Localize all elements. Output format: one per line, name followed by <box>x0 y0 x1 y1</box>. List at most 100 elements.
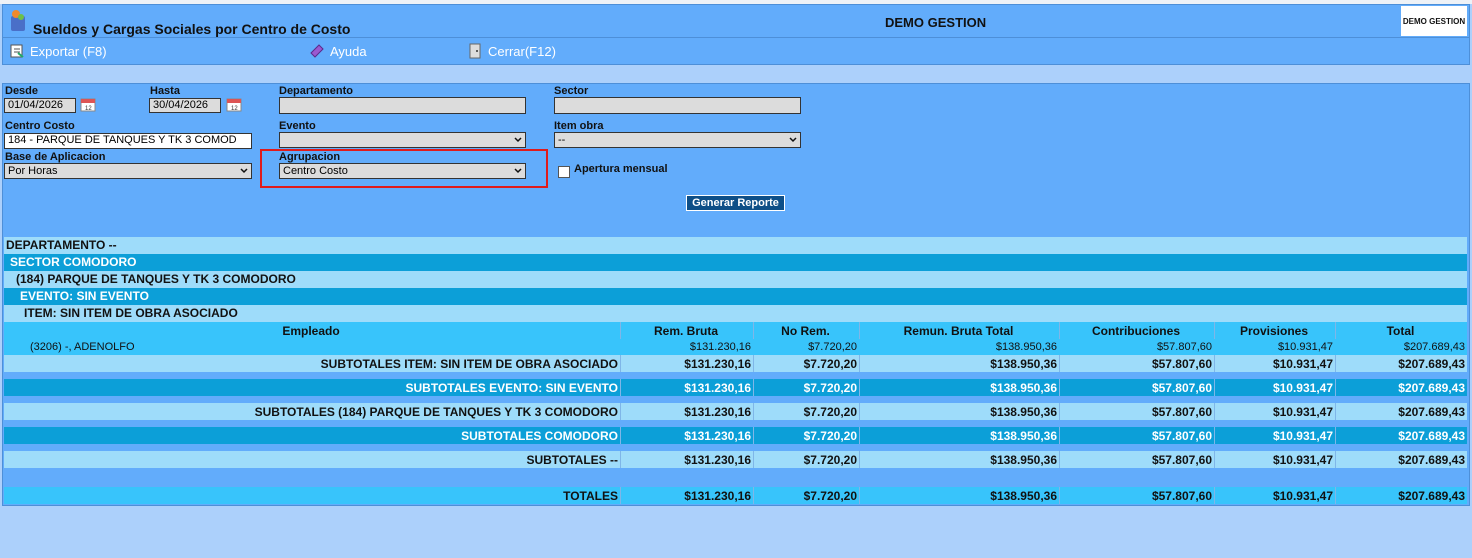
item-obra-label: Item obra <box>554 120 604 132</box>
toolbar: Exportar (F8) Ayuda Cerrar(F12) <box>2 38 1470 65</box>
subtotal-row: SUBTOTALES COMODORO $131.230,16 $7.720,2… <box>4 427 1467 444</box>
departamento-row: DEPARTAMENTO -- <box>4 237 1467 254</box>
base-aplicacion-select[interactable]: Por Horas <box>4 163 252 179</box>
cell-value: $7.720,20 <box>808 341 857 353</box>
desde-input[interactable]: 01/04/2026 <box>4 98 76 113</box>
totals-row: TOTALES $131.230,16 $7.720,20 $138.950,3… <box>4 487 1467 504</box>
help-icon <box>310 44 324 58</box>
cell-value: $207.689,43 <box>1403 341 1465 353</box>
app-logo-icon <box>11 10 25 31</box>
table-header-row: Empleado Rem. Bruta No Rem. Remun. Bruta… <box>4 322 1467 339</box>
cell-value: $207.689,43 <box>1335 487 1467 504</box>
cell-value: $57.807,60 <box>1156 341 1212 353</box>
cell-value: $207.689,43 <box>1335 427 1467 444</box>
cell-value: $207.689,43 <box>1335 451 1467 468</box>
calendar-icon[interactable]: 12 <box>80 97 98 113</box>
calendar-icon[interactable]: 12 <box>226 97 244 113</box>
cell-value: $207.689,43 <box>1335 355 1467 372</box>
subtotal-row: SUBTOTALES -- $131.230,16 $7.720,20 $138… <box>4 451 1467 468</box>
evento-row: EVENTO: SIN EVENTO <box>4 288 1467 305</box>
departamento-row-label: DEPARTAMENTO -- <box>6 238 117 252</box>
item-row-label: ITEM: SIN ITEM DE OBRA ASOCIADO <box>24 306 238 320</box>
item-obra-value: -- <box>558 134 566 146</box>
cell-value: $138.950,36 <box>859 379 1059 396</box>
cell-value: $10.931,47 <box>1214 355 1335 372</box>
cell-value: $57.807,60 <box>1059 451 1214 468</box>
centro-costo-input[interactable]: 184 - PARQUE DE TANQUES Y TK 3 COMOD <box>4 133 252 149</box>
base-aplicacion-label: Base de Aplicacion <box>5 151 106 163</box>
chevron-down-icon <box>240 168 248 174</box>
evento-select[interactable] <box>279 132 526 148</box>
hasta-label: Hasta <box>150 85 180 97</box>
column-header: Empleado <box>282 323 340 338</box>
cell-value: $131.230,16 <box>620 427 753 444</box>
cell-value: $57.807,60 <box>1059 487 1214 504</box>
subtotal-row: SUBTOTALES (184) PARQUE DE TANQUES Y TK … <box>4 403 1467 420</box>
column-header: No Rem. <box>753 322 859 339</box>
help-label: Ayuda <box>330 43 367 59</box>
subtotal-label: SUBTOTALES -- <box>526 452 618 467</box>
apertura-mensual-checkbox[interactable] <box>558 166 570 178</box>
column-header: Provisiones <box>1214 322 1335 339</box>
subtotal-label: SUBTOTALES COMODORO <box>461 428 618 443</box>
cell-value: $10.931,47 <box>1214 427 1335 444</box>
cell-value: $131.230,16 <box>689 341 751 353</box>
page-title: Sueldos y Cargas Sociales por Centro de … <box>33 21 351 37</box>
column-header: Rem. Bruta <box>620 322 753 339</box>
item-obra-select[interactable]: -- <box>554 132 801 148</box>
cell-value: $131.230,16 <box>620 451 753 468</box>
cell-value: $207.689,43 <box>1335 379 1467 396</box>
centro-costo-label: Centro Costo <box>5 120 75 132</box>
cell-value: $10.931,47 <box>1214 451 1335 468</box>
subtotal-label: SUBTOTALES EVENTO: SIN EVENTO <box>405 380 618 395</box>
cell-value: $57.807,60 <box>1059 403 1214 420</box>
hasta-input[interactable]: 30/04/2026 <box>149 98 221 113</box>
cell-value: $207.689,43 <box>1335 403 1467 420</box>
column-header: Contribuciones <box>1059 322 1214 339</box>
sector-label: Sector <box>554 85 589 97</box>
cell-value: $7.720,20 <box>753 403 859 420</box>
subtotal-label: SUBTOTALES ITEM: SIN ITEM DE OBRA ASOCIA… <box>320 356 618 371</box>
cell-value: $138.950,36 <box>859 427 1059 444</box>
cell-value: $10.931,47 <box>1214 403 1335 420</box>
cell-value: $7.720,20 <box>753 355 859 372</box>
centro-row-label: (184) PARQUE DE TANQUES Y TK 3 COMODORO <box>16 272 296 286</box>
company-name: DEMO GESTION <box>885 15 987 30</box>
cell-value: $10.931,47 <box>1277 341 1333 353</box>
export-button[interactable]: Exportar (F8) <box>9 41 107 61</box>
cell-value: $7.720,20 <box>753 379 859 396</box>
column-header: Remun. Bruta Total <box>859 322 1059 339</box>
employee-name: (3206) -, ADENOLFO <box>30 341 135 353</box>
departamento-label: Departamento <box>279 85 353 97</box>
cell-value: $131.230,16 <box>620 403 753 420</box>
cell-value: $7.720,20 <box>753 427 859 444</box>
departamento-input[interactable] <box>279 97 526 114</box>
generate-report-button[interactable]: Generar Reporte <box>686 195 785 211</box>
cell-value: $57.807,60 <box>1059 427 1214 444</box>
export-label: Exportar (F8) <box>30 43 107 59</box>
close-button[interactable]: Cerrar(F12) <box>467 41 556 61</box>
cell-value: $138.950,36 <box>859 403 1059 420</box>
cell-value: $138.950,36 <box>859 487 1059 504</box>
close-label: Cerrar(F12) <box>488 43 556 59</box>
subtotal-row: SUBTOTALES ITEM: SIN ITEM DE OBRA ASOCIA… <box>4 355 1467 372</box>
cell-value: $10.931,47 <box>1214 487 1335 504</box>
cell-value: $7.720,20 <box>753 451 859 468</box>
door-icon <box>469 43 481 59</box>
desde-label: Desde <box>5 85 39 97</box>
cell-value: $7.720,20 <box>753 487 859 504</box>
cell-value: $131.230,16 <box>620 487 753 504</box>
sector-input[interactable] <box>554 97 801 114</box>
evento-label: Evento <box>279 120 316 132</box>
app-header: Sueldos y Cargas Sociales por Centro de … <box>2 4 1470 38</box>
chevron-down-icon <box>789 137 797 143</box>
company-logo: DEMO GESTION <box>1401 6 1467 36</box>
apertura-mensual-label: Apertura mensual <box>574 163 668 175</box>
cell-value: $131.230,16 <box>620 379 753 396</box>
centro-row: (184) PARQUE DE TANQUES Y TK 3 COMODORO <box>4 271 1467 288</box>
subtotal-label: SUBTOTALES (184) PARQUE DE TANQUES Y TK … <box>254 404 618 419</box>
cell-value: $57.807,60 <box>1059 379 1214 396</box>
help-button[interactable]: Ayuda <box>309 41 367 61</box>
cell-value: $138.950,36 <box>859 355 1059 372</box>
item-row: ITEM: SIN ITEM DE OBRA ASOCIADO <box>4 305 1467 322</box>
